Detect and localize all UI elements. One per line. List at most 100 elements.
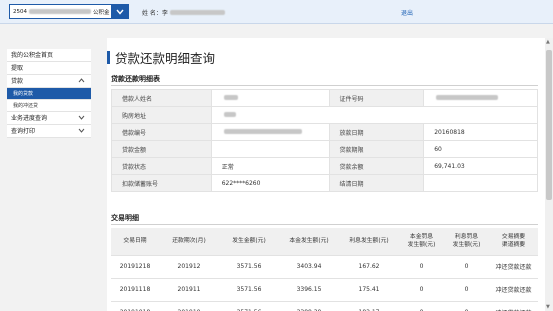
loan-no-label: 借款编号 [111,123,212,141]
trade-col-header: 本金罚息 发生额(元) [399,228,444,256]
sidebar-item-loan[interactable]: 贷款 [7,75,91,88]
loan-amount-value [210,140,330,158]
name-value: 李 [161,10,168,17]
redacted-loan-no [223,128,302,134]
trade-col-header: 利息发生额(元) [339,228,399,256]
table-cell: 20191218 [111,255,159,279]
table-cell: 175.41 [339,278,399,302]
top-bar: 2504 公积金 姓 名： 李 退出 [0,0,553,24]
house-label: 购房地址 [111,106,212,124]
redacted-id [436,94,499,100]
table-row: 201910182019103571.563388.39183.1700冲还贷款… [111,301,538,311]
loan-no-value [210,123,330,141]
trade-col-header-line: 利息发生额(元) [349,238,389,245]
table-cell: 0 [444,301,489,311]
trade-col-header-line: 交易日期 [123,238,147,245]
balance-value: 69,741.03 [423,157,538,175]
account-label: 扣款储蓄账号 [111,174,212,192]
borrower-label: 借款人姓名 [111,89,212,107]
loan-info-table: 借款人姓名 证件号码 购房地址 借款编号 放款日期 20160818 贷款金额 … [111,89,539,192]
info-row: 贷款状态 正常 贷款余额 69,741.03 [111,157,538,175]
table-cell: 冲还贷款还款 [489,278,538,302]
sidebar-item-loan-label: 贷款 [11,78,24,85]
chevron-down-icon[interactable] [111,4,129,19]
account-prefix: 2504 [13,8,27,15]
account-selector-text: 2504 公积金 [10,8,111,16]
status-label: 贷款状态 [111,157,212,175]
info-row: 扣款储蓄账号 622****6260 结清日期 [111,174,538,192]
sidebar-item-my-loan[interactable]: 我的贷款 [7,88,91,100]
table-row: 20191218 201912 3571.56 3403.94 167.62 0 0 冲还贷款… [111,255,538,279]
info-row: 借款编号 放款日期 20160818 [111,123,538,141]
trade-col-header: 利息罚息 发生额(元) [444,228,489,256]
sidebar: 我的公积金首页 提取 贷款 我的贷款 我的冲还贷 业务进度查询 查询打印 [7,49,91,138]
trade-col-header-line: 本金罚息 [409,234,434,241]
sidebar-item-query-print-label: 查询打印 [11,128,36,135]
info-row: 贷款金额 贷款期限 60 [111,140,538,158]
table-cell: 201912 [159,255,219,279]
table-cell: 3571.56 [219,301,279,311]
account-suffix: 公积金 [93,9,110,16]
table-cell: 0 [444,255,489,279]
info-row: 购房地址 [111,106,539,124]
table-cell: 167.62 [339,255,399,279]
account-value: 622****6260 [210,174,330,192]
section-divider [111,224,538,225]
sidebar-item-home[interactable]: 我的公积金首页 [7,49,91,62]
table-cell: 冲还贷款还款 [489,255,538,279]
trade-table: 交易日期 还款期次(月) 发生金额(元) 本金发生额(元) 利息发生额(元) 本金罚息 发生… [111,228,538,311]
trade-col-header: 还款期次(月) [159,228,219,256]
sidebar-item-business-label: 业务进度查询 [11,115,48,122]
table-row: 20191118 201911 3571.56 3396.15 175.41 0 0 冲还贷款… [111,278,538,302]
trade-body: 20191218 201912 3571.56 3403.94 167.62 0 0 冲还贷款… [111,255,538,311]
sidebar-item-business[interactable]: 业务进度查询 [7,112,91,125]
trade-col-header-line: 本金发生额(元) [289,238,329,245]
trade-col-header: 交易摘要 渠道摘要 [489,228,538,256]
loan-term-label: 贷款期限 [328,140,425,158]
settle-value [423,174,538,192]
table-cell: 3403.94 [279,255,339,279]
scroll-down-icon[interactable]: ▼ [546,304,550,310]
account-selector[interactable]: 2504 公积金 [9,4,129,19]
table-cell: 3396.15 [279,278,339,302]
table-cell: 0 [444,278,489,302]
logout-link[interactable]: 退出 [401,8,413,17]
page-title: 贷款还款明细查询 [107,48,215,67]
house-value [210,106,539,124]
loan-date-value: 20160818 [423,123,538,141]
loan-date-label: 放款日期 [328,123,425,141]
redacted-account-digits [29,9,91,14]
trade-col-header-line: 渠道摘要 [501,242,526,249]
main-scrollbar[interactable]: ▲ ▼ [545,38,553,311]
name-label: 姓 名： [142,10,162,17]
redacted-address [223,111,236,117]
section-title-trades: 交易明细 [111,214,139,222]
sidebar-item-my-repay[interactable]: 我的冲还贷 [7,100,91,112]
table-cell: 0 [399,278,444,302]
title-accent-bar [107,51,110,64]
id-value [423,89,538,107]
table-cell: 0 [399,301,444,311]
redacted-name [169,10,225,15]
trade-col-header-line: 交易摘要 [501,234,526,241]
id-label: 证件号码 [328,89,425,107]
settle-label: 结清日期 [328,174,425,192]
trade-col-header-line: 发生额(元) [452,242,481,249]
loan-term-value: 60 [423,140,538,158]
table-cell: 0 [399,255,444,279]
chevron-down-icon [78,125,85,138]
chevron-up-icon [78,75,85,88]
scroll-thumb[interactable] [546,50,552,200]
loan-amount-label: 贷款金额 [111,140,212,158]
trade-col-header: 本金发生额(元) [279,228,339,256]
sidebar-item-query-print[interactable]: 查询打印 [7,125,91,138]
status-value: 正常 [210,157,330,175]
section-title-repayment: 贷款还款明细表 [111,75,160,83]
table-cell: 183.17 [339,301,399,311]
scroll-up-icon[interactable]: ▲ [546,39,550,45]
balance-label: 贷款余额 [328,157,425,175]
redacted-borrower [223,94,238,100]
section-divider [111,85,538,86]
main-panel: 贷款还款明细查询 贷款还款明细表 借款人姓名 证件号码 购房地址 借款编号 放款… [107,38,553,311]
sidebar-item-withdraw[interactable]: 提取 [7,62,91,75]
